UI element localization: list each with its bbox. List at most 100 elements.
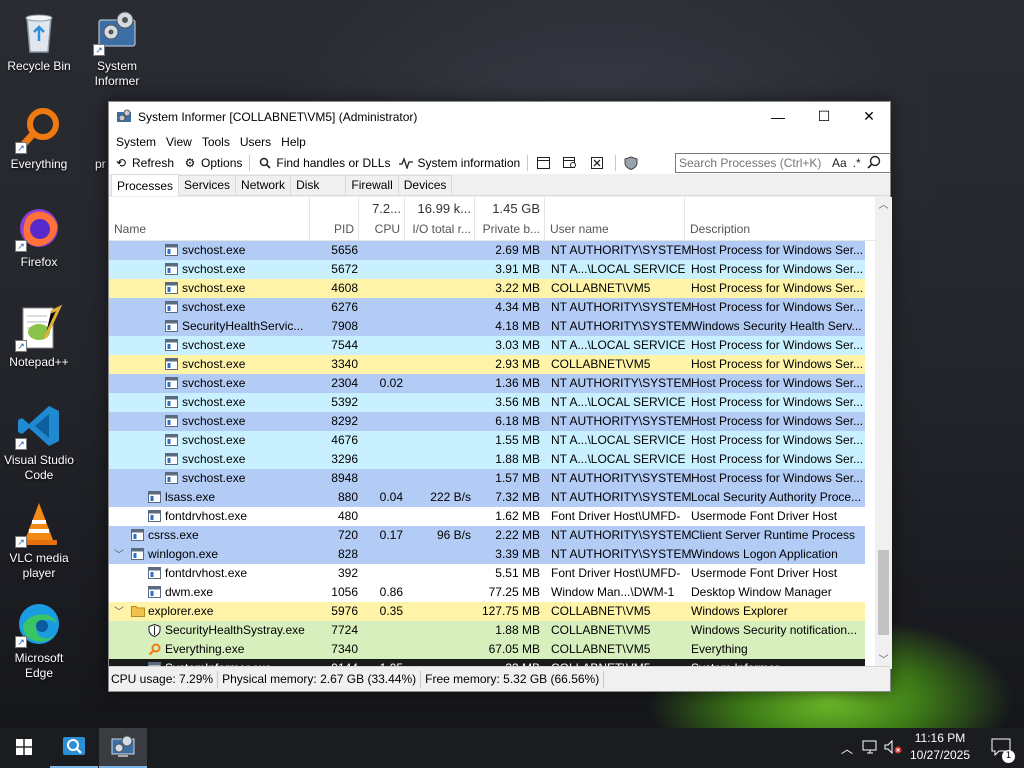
window-icon — [148, 586, 161, 598]
process-description: Host Process for Windows Ser... — [691, 300, 864, 314]
tab-disk[interactable]: Disk — [290, 175, 347, 195]
process-private-bytes: 3.91 MB — [495, 262, 540, 276]
process-row[interactable]: dwm.exe 1056 0.86 77.25 MB Window Man...\DWM… — [109, 583, 865, 602]
process-row[interactable]: svchost.exe 5672 3.91 MB NT A...\LOCAL SERV… — [109, 260, 865, 279]
column-user-name[interactable]: User name — [545, 197, 685, 241]
process-name: svchost.exe — [182, 395, 246, 409]
notification-center-button[interactable]: 1 — [978, 728, 1024, 768]
scrollbar-thumb[interactable] — [878, 550, 889, 635]
menu-users[interactable]: Users — [235, 135, 276, 149]
tab-firewall[interactable]: Firewall — [345, 175, 399, 195]
process-row[interactable]: SecurityHealthSystray.exe 7724 1.88 MB COLL… — [109, 621, 865, 640]
private-bytes-total: 1.45 GB — [492, 201, 540, 216]
vertical-scrollbar[interactable]: ︿ ﹀ — [875, 197, 892, 669]
tab-processes[interactable]: Processes — [111, 174, 180, 196]
process-row[interactable]: svchost.exe 6276 4.34 MB NT AUTHORITY\SYSTE… — [109, 298, 865, 317]
search-box[interactable]: Aa .* — [675, 153, 891, 173]
process-name: csrss.exe — [148, 528, 199, 542]
desktop-icon-vscode[interactable]: ↗ Visual Studio Code — [0, 402, 78, 483]
column-description[interactable]: Description — [685, 197, 875, 241]
show-hidden-icons-button[interactable]: ︿ — [838, 728, 856, 768]
window-button[interactable] — [531, 152, 558, 174]
regex-button[interactable]: .* — [853, 156, 861, 170]
find-window-icon — [562, 155, 578, 171]
desktop-icon-notepadpp[interactable]: ↗ Notepad++ — [0, 304, 78, 370]
process-row[interactable]: svchost.exe 4676 1.55 MB NT A...\LOCAL SERV… — [109, 431, 865, 450]
process-row[interactable]: ﹀ explorer.exe 5976 0.35 127.75 MB COLLABNET\… — [109, 602, 865, 621]
menu-help[interactable]: Help — [276, 135, 311, 149]
taskbar-system-informer-button[interactable] — [99, 728, 147, 768]
options-button[interactable]: ⚙ Options — [178, 152, 246, 174]
process-description: Host Process for Windows Ser... — [691, 281, 864, 295]
process-row[interactable]: SecurityHealthServic... 7908 4.18 MB NT AUT… — [109, 317, 865, 336]
clock-time: 11:16 PM — [914, 731, 966, 745]
expand-chevron-icon[interactable]: ﹀ — [114, 546, 124, 561]
shortcut-arrow-icon: ↗ — [93, 44, 105, 56]
find-handles-button[interactable]: Find handles or DLLs — [253, 152, 394, 174]
case-sensitive-button[interactable]: Aa — [832, 156, 847, 170]
refresh-button[interactable]: ⟲ Refresh — [109, 152, 178, 174]
process-pid: 5656 — [331, 243, 358, 257]
process-row[interactable]: ﹀ winlogon.exe 828 3.39 MB NT AUTHORITY\SYST… — [109, 545, 865, 564]
process-row[interactable]: svchost.exe 4608 3.22 MB COLLABNET\VM5 Host … — [109, 279, 865, 298]
desktop-icon-recycle-bin[interactable]: Recycle Bin — [0, 8, 78, 74]
desktop-icon-firefox[interactable]: ↗ Firefox — [0, 204, 78, 270]
process-row[interactable]: csrss.exe 720 0.17 96 B/s 2.22 MB NT AUTHORIT… — [109, 526, 865, 545]
process-row[interactable]: svchost.exe 8292 6.18 MB NT AUTHORITY\SYSTE… — [109, 412, 865, 431]
close-window-button[interactable] — [585, 152, 612, 174]
process-row[interactable]: svchost.exe 3296 1.88 MB NT A...\LOCAL SERV… — [109, 450, 865, 469]
desktop-icon-system-informer[interactable]: ↗ System Informer — [78, 8, 156, 89]
process-row[interactable]: lsass.exe 880 0.04 222 B/s 7.32 MB NT AUTHORI… — [109, 488, 865, 507]
shield-button[interactable] — [619, 152, 646, 174]
menu-system[interactable]: System — [111, 135, 161, 149]
process-row[interactable]: svchost.exe 3340 2.93 MB COLLABNET\VM5 Host … — [109, 355, 865, 374]
clock[interactable]: 11:16 PM 10/27/2025 — [902, 730, 978, 764]
process-tree[interactable]: Name PID 7.2... CPU 16.99 k... I/O total… — [109, 197, 875, 669]
maximize-button[interactable]: ☐ — [801, 102, 847, 131]
desktop-icon-label: Microsoft Edge — [14, 651, 64, 680]
find-window-button[interactable] — [558, 152, 585, 174]
expand-chevron-icon[interactable]: ﹀ — [114, 603, 124, 618]
desktop-icon-edge[interactable]: ↗ Microsoft Edge — [0, 600, 78, 681]
vscode-icon: ↗ — [15, 402, 63, 450]
tab-devices[interactable]: Devices — [397, 175, 453, 195]
process-description: Windows Logon Application — [691, 547, 838, 561]
process-row[interactable]: svchost.exe 2304 0.02 1.36 MB NT AUTHORITY\S… — [109, 374, 865, 393]
system-information-button[interactable]: System information — [394, 152, 524, 174]
scroll-up-icon[interactable]: ︿ — [875, 197, 892, 214]
tab-network[interactable]: Network — [235, 175, 292, 195]
menu-tools[interactable]: Tools — [197, 135, 235, 149]
window-icon — [165, 377, 178, 389]
column-pid[interactable]: PID — [310, 197, 359, 241]
column-cpu[interactable]: 7.2... CPU — [359, 197, 405, 241]
process-row[interactable]: fontdrvhost.exe 392 5.51 MB Font Driver Hos… — [109, 564, 865, 583]
process-row[interactable]: Everything.exe 7340 67.05 MB COLLABNET\VM5 E… — [109, 640, 865, 659]
process-row[interactable]: svchost.exe 5656 2.69 MB NT AUTHORITY\SYSTE… — [109, 241, 865, 260]
desktop-icon-label: Visual Studio Code — [4, 453, 74, 482]
column-private-bytes[interactable]: 1.45 GB Private b... — [475, 197, 545, 241]
column-io[interactable]: 16.99 k... I/O total r... — [405, 197, 475, 241]
process-row[interactable]: fontdrvhost.exe 480 1.62 MB Font Driver Hos… — [109, 507, 865, 526]
volume-button[interactable] — [883, 728, 903, 768]
process-io: 222 B/s — [430, 490, 471, 504]
refresh-label: Refresh — [132, 156, 175, 170]
process-row[interactable]: svchost.exe 7544 3.03 MB NT A...\LOCAL SERV… — [109, 336, 865, 355]
process-row[interactable]: svchost.exe 8948 1.57 MB NT AUTHORITY\SYSTE… — [109, 469, 865, 488]
start-button[interactable] — [0, 728, 48, 768]
firefox-icon: ↗ — [15, 204, 63, 252]
taskbar-everything-button[interactable] — [50, 728, 98, 768]
menu-view[interactable]: View — [161, 135, 197, 149]
desktop-icon-vlc[interactable]: ↗ VLC media player — [0, 500, 78, 581]
search-icon[interactable] — [867, 155, 881, 172]
network-status-button[interactable] — [861, 728, 881, 768]
system-informer-window: System Informer [COLLABNET\VM5] (Adminis… — [108, 101, 892, 692]
process-pid: 5672 — [331, 262, 358, 276]
process-row[interactable]: svchost.exe 5392 3.56 MB NT A...\LOCAL SERV… — [109, 393, 865, 412]
minimize-button[interactable]: — — [755, 102, 801, 131]
tab-services[interactable]: Services — [178, 175, 237, 195]
close-button[interactable]: ✕ — [846, 102, 892, 131]
column-name[interactable]: Name — [109, 197, 310, 241]
title-bar[interactable]: System Informer [COLLABNET\VM5] (Adminis… — [109, 102, 890, 131]
desktop-icon-everything[interactable]: ↗ Everything — [0, 106, 78, 172]
search-input[interactable] — [676, 154, 826, 172]
